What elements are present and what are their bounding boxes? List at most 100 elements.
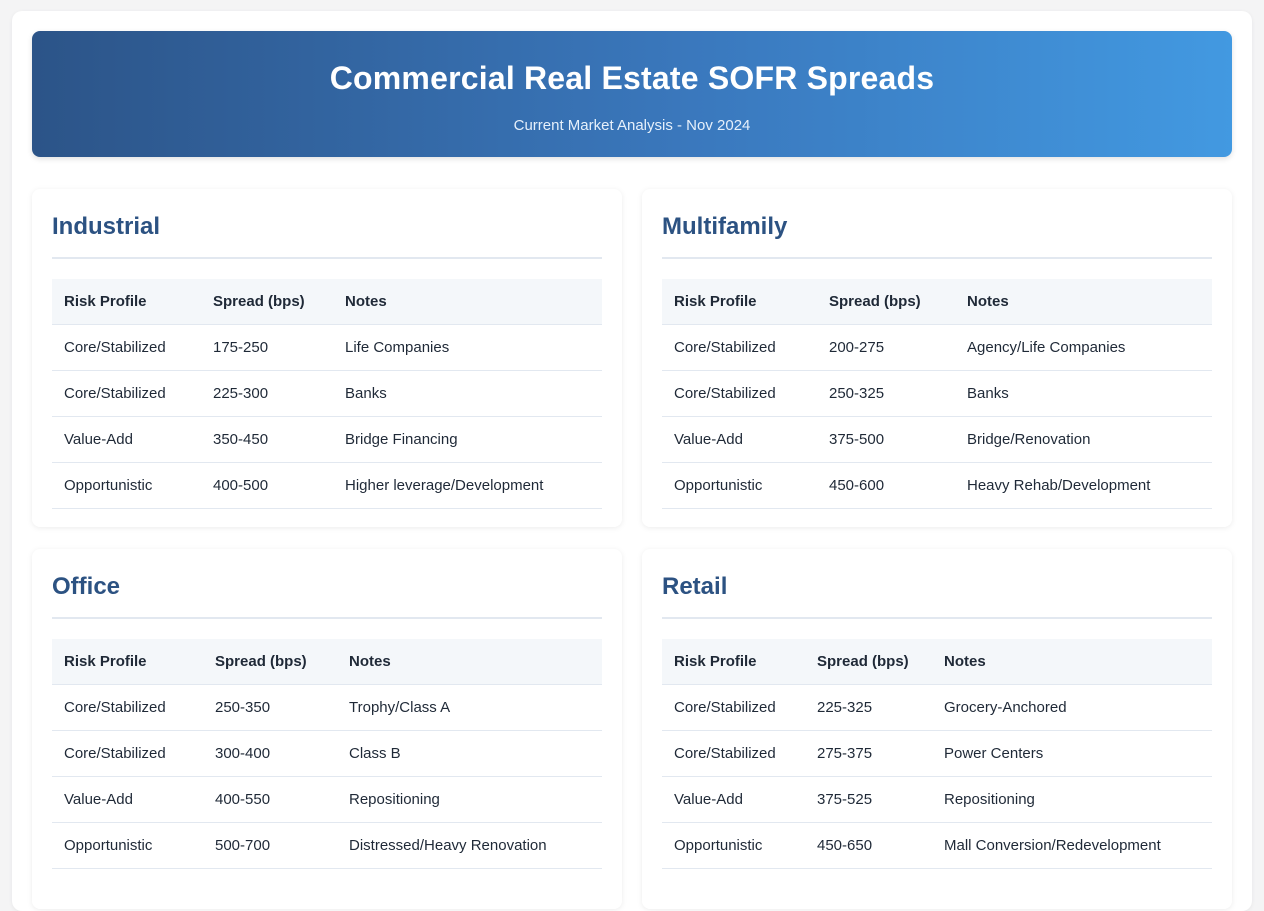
cell-spread: 450-600 xyxy=(817,462,955,509)
section-title: Office xyxy=(52,573,121,600)
cell-spread: 200-275 xyxy=(817,324,955,371)
table-row: Opportunistic 450-650 Mall Conversion/Re… xyxy=(662,822,1212,869)
cell-risk: Core/Stabilized xyxy=(52,730,203,777)
section-divider xyxy=(662,257,1212,259)
section-title: Industrial xyxy=(52,213,161,240)
cell-risk: Core/Stabilized xyxy=(662,684,805,731)
cell-spread: 450-650 xyxy=(805,822,932,869)
cell-spread: 250-325 xyxy=(817,370,955,417)
cell-notes: Repositioning xyxy=(932,776,1212,823)
table-row: Value-Add 350-450 Bridge Financing xyxy=(52,416,602,463)
table-row: Core/Stabilized 250-325 Banks xyxy=(662,370,1212,417)
cell-spread: 375-525 xyxy=(805,776,932,823)
page-container: Commercial Real Estate SOFR Spreads Curr… xyxy=(12,11,1252,911)
section-title: Multifamily xyxy=(662,213,788,240)
header-banner: Commercial Real Estate SOFR Spreads Curr… xyxy=(32,31,1232,157)
cell-notes: Trophy/Class A xyxy=(337,684,602,731)
cell-spread: 225-300 xyxy=(201,370,333,417)
cell-notes: Repositioning xyxy=(337,776,602,823)
cell-spread: 350-450 xyxy=(201,416,333,463)
card-office: Office Risk Profile Spread (bps) Notes C… xyxy=(32,549,622,909)
cell-notes: Bridge/Renovation xyxy=(955,416,1212,463)
cell-notes: Higher leverage/Development xyxy=(333,462,602,509)
cell-notes: Class B xyxy=(337,730,602,777)
cell-notes: Mall Conversion/Redevelopment xyxy=(932,822,1212,869)
column-header-spread: Spread (bps) xyxy=(805,639,932,685)
table-row: Value-Add 375-500 Bridge/Renovation xyxy=(662,416,1212,463)
cell-risk: Opportunistic xyxy=(662,462,817,509)
table-row: Core/Stabilized 275-375 Power Centers xyxy=(662,730,1212,777)
table-row: Opportunistic 400-500 Higher leverage/De… xyxy=(52,462,602,509)
cell-notes: Banks xyxy=(955,370,1212,417)
cell-risk: Core/Stabilized xyxy=(52,684,203,731)
cell-risk: Core/Stabilized xyxy=(662,730,805,777)
table-row: Core/Stabilized 200-275 Agency/Life Comp… xyxy=(662,324,1212,371)
column-header-spread: Spread (bps) xyxy=(203,639,337,685)
cell-notes: Distressed/Heavy Renovation xyxy=(337,822,602,869)
table-row: Value-Add 375-525 Repositioning xyxy=(662,776,1212,823)
column-header-spread: Spread (bps) xyxy=(817,279,955,325)
cell-notes: Power Centers xyxy=(932,730,1212,777)
cell-spread: 300-400 xyxy=(203,730,337,777)
column-header-risk: Risk Profile xyxy=(662,279,817,325)
column-header-risk: Risk Profile xyxy=(52,279,201,325)
page-subtitle: Current Market Analysis - Nov 2024 xyxy=(513,117,751,134)
cell-spread: 225-325 xyxy=(805,684,932,731)
table-row: Core/Stabilized 225-325 Grocery-Anchored xyxy=(662,684,1212,731)
spread-table: Risk Profile Spread (bps) Notes Core/Sta… xyxy=(662,279,1212,509)
column-header-risk: Risk Profile xyxy=(52,639,203,685)
table-header-row: Risk Profile Spread (bps) Notes xyxy=(662,639,1212,685)
cell-risk: Opportunistic xyxy=(662,822,805,869)
table-row: Core/Stabilized 300-400 Class B xyxy=(52,730,602,777)
page-title: Commercial Real Estate SOFR Spreads xyxy=(329,60,935,96)
cell-notes: Bridge Financing xyxy=(333,416,602,463)
cell-risk: Core/Stabilized xyxy=(52,370,201,417)
column-header-notes: Notes xyxy=(333,279,602,325)
cell-risk: Value-Add xyxy=(52,776,203,823)
table-row: Opportunistic 450-600 Heavy Rehab/Develo… xyxy=(662,462,1212,509)
spread-table: Risk Profile Spread (bps) Notes Core/Sta… xyxy=(52,279,602,509)
cell-risk: Value-Add xyxy=(662,416,817,463)
cell-spread: 275-375 xyxy=(805,730,932,777)
card-retail: Retail Risk Profile Spread (bps) Notes C… xyxy=(642,549,1232,909)
spread-table: Risk Profile Spread (bps) Notes Core/Sta… xyxy=(52,639,602,869)
column-header-notes: Notes xyxy=(955,279,1212,325)
table-row: Opportunistic 500-700 Distressed/Heavy R… xyxy=(52,822,602,869)
cell-notes: Agency/Life Companies xyxy=(955,324,1212,371)
table-header-row: Risk Profile Spread (bps) Notes xyxy=(52,279,602,325)
cell-spread: 400-550 xyxy=(203,776,337,823)
cell-notes: Banks xyxy=(333,370,602,417)
section-title: Retail xyxy=(662,573,728,600)
section-divider xyxy=(52,617,602,619)
table-row: Core/Stabilized 175-250 Life Companies xyxy=(52,324,602,371)
table-row: Core/Stabilized 225-300 Banks xyxy=(52,370,602,417)
cell-spread: 375-500 xyxy=(817,416,955,463)
cell-risk: Core/Stabilized xyxy=(662,324,817,371)
column-header-spread: Spread (bps) xyxy=(201,279,333,325)
cell-risk: Core/Stabilized xyxy=(662,370,817,417)
cell-spread: 250-350 xyxy=(203,684,337,731)
cell-spread: 175-250 xyxy=(201,324,333,371)
section-divider xyxy=(52,257,602,259)
cell-spread: 400-500 xyxy=(201,462,333,509)
cell-risk: Opportunistic xyxy=(52,822,203,869)
column-header-notes: Notes xyxy=(337,639,602,685)
cell-notes: Grocery-Anchored xyxy=(932,684,1212,731)
section-divider xyxy=(662,617,1212,619)
table-row: Value-Add 400-550 Repositioning xyxy=(52,776,602,823)
cell-risk: Core/Stabilized xyxy=(52,324,201,371)
cell-spread: 500-700 xyxy=(203,822,337,869)
cell-risk: Value-Add xyxy=(662,776,805,823)
column-header-notes: Notes xyxy=(932,639,1212,685)
cell-risk: Value-Add xyxy=(52,416,201,463)
cell-risk: Opportunistic xyxy=(52,462,201,509)
table-row: Core/Stabilized 250-350 Trophy/Class A xyxy=(52,684,602,731)
cell-notes: Life Companies xyxy=(333,324,602,371)
card-industrial: Industrial Risk Profile Spread (bps) Not… xyxy=(32,189,622,527)
spread-table: Risk Profile Spread (bps) Notes Core/Sta… xyxy=(662,639,1212,869)
table-header-row: Risk Profile Spread (bps) Notes xyxy=(662,279,1212,325)
column-header-risk: Risk Profile xyxy=(662,639,805,685)
cell-notes: Heavy Rehab/Development xyxy=(955,462,1212,509)
card-multifamily: Multifamily Risk Profile Spread (bps) No… xyxy=(642,189,1232,527)
table-header-row: Risk Profile Spread (bps) Notes xyxy=(52,639,602,685)
